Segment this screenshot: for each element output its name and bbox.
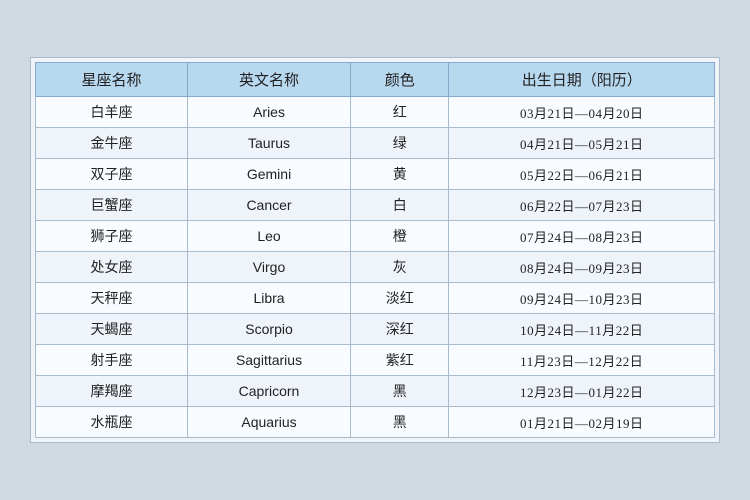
- cell-dates: 11月23日—12月22日: [449, 345, 715, 376]
- cell-color: 深红: [351, 314, 449, 345]
- table-row: 天秤座Libra淡红09月24日—10月23日: [36, 283, 715, 314]
- cell-english-name: Aquarius: [188, 407, 351, 438]
- cell-dates: 08月24日—09月23日: [449, 252, 715, 283]
- cell-english-name: Sagittarius: [188, 345, 351, 376]
- cell-color: 黄: [351, 159, 449, 190]
- cell-english-name: Virgo: [188, 252, 351, 283]
- cell-dates: 05月22日—06月21日: [449, 159, 715, 190]
- cell-chinese-name: 水瓶座: [36, 407, 188, 438]
- cell-dates: 03月21日—04月20日: [449, 97, 715, 128]
- cell-chinese-name: 狮子座: [36, 221, 188, 252]
- cell-chinese-name: 白羊座: [36, 97, 188, 128]
- zodiac-table-container: 星座名称 英文名称 颜色 出生日期（阳历） 白羊座Aries红03月21日—04…: [30, 57, 720, 443]
- header-dates: 出生日期（阳历）: [449, 63, 715, 97]
- cell-chinese-name: 双子座: [36, 159, 188, 190]
- table-row: 双子座Gemini黄05月22日—06月21日: [36, 159, 715, 190]
- table-row: 白羊座Aries红03月21日—04月20日: [36, 97, 715, 128]
- cell-dates: 04月21日—05月21日: [449, 128, 715, 159]
- cell-color: 黑: [351, 376, 449, 407]
- cell-chinese-name: 摩羯座: [36, 376, 188, 407]
- cell-dates: 10月24日—11月22日: [449, 314, 715, 345]
- cell-color: 绿: [351, 128, 449, 159]
- cell-dates: 09月24日—10月23日: [449, 283, 715, 314]
- cell-color: 橙: [351, 221, 449, 252]
- table-row: 狮子座Leo橙07月24日—08月23日: [36, 221, 715, 252]
- cell-color: 黑: [351, 407, 449, 438]
- cell-english-name: Gemini: [188, 159, 351, 190]
- table-row: 处女座Virgo灰08月24日—09月23日: [36, 252, 715, 283]
- cell-english-name: Leo: [188, 221, 351, 252]
- cell-chinese-name: 金牛座: [36, 128, 188, 159]
- header-english-name: 英文名称: [188, 63, 351, 97]
- cell-english-name: Capricorn: [188, 376, 351, 407]
- table-row: 水瓶座Aquarius黑01月21日—02月19日: [36, 407, 715, 438]
- cell-color: 淡红: [351, 283, 449, 314]
- header-color: 颜色: [351, 63, 449, 97]
- cell-chinese-name: 处女座: [36, 252, 188, 283]
- cell-chinese-name: 天秤座: [36, 283, 188, 314]
- cell-english-name: Aries: [188, 97, 351, 128]
- cell-dates: 12月23日—01月22日: [449, 376, 715, 407]
- cell-color: 红: [351, 97, 449, 128]
- cell-english-name: Libra: [188, 283, 351, 314]
- cell-color: 紫红: [351, 345, 449, 376]
- cell-chinese-name: 射手座: [36, 345, 188, 376]
- table-row: 摩羯座Capricorn黑12月23日—01月22日: [36, 376, 715, 407]
- cell-english-name: Taurus: [188, 128, 351, 159]
- cell-color: 白: [351, 190, 449, 221]
- table-row: 巨蟹座Cancer白06月22日—07月23日: [36, 190, 715, 221]
- table-body: 白羊座Aries红03月21日—04月20日金牛座Taurus绿04月21日—0…: [36, 97, 715, 438]
- table-header-row: 星座名称 英文名称 颜色 出生日期（阳历）: [36, 63, 715, 97]
- cell-chinese-name: 天蝎座: [36, 314, 188, 345]
- table-row: 金牛座Taurus绿04月21日—05月21日: [36, 128, 715, 159]
- cell-chinese-name: 巨蟹座: [36, 190, 188, 221]
- cell-english-name: Cancer: [188, 190, 351, 221]
- cell-dates: 07月24日—08月23日: [449, 221, 715, 252]
- zodiac-table: 星座名称 英文名称 颜色 出生日期（阳历） 白羊座Aries红03月21日—04…: [35, 62, 715, 438]
- cell-english-name: Scorpio: [188, 314, 351, 345]
- header-chinese-name: 星座名称: [36, 63, 188, 97]
- cell-color: 灰: [351, 252, 449, 283]
- cell-dates: 01月21日—02月19日: [449, 407, 715, 438]
- table-row: 天蝎座Scorpio深红10月24日—11月22日: [36, 314, 715, 345]
- cell-dates: 06月22日—07月23日: [449, 190, 715, 221]
- table-row: 射手座Sagittarius紫红11月23日—12月22日: [36, 345, 715, 376]
